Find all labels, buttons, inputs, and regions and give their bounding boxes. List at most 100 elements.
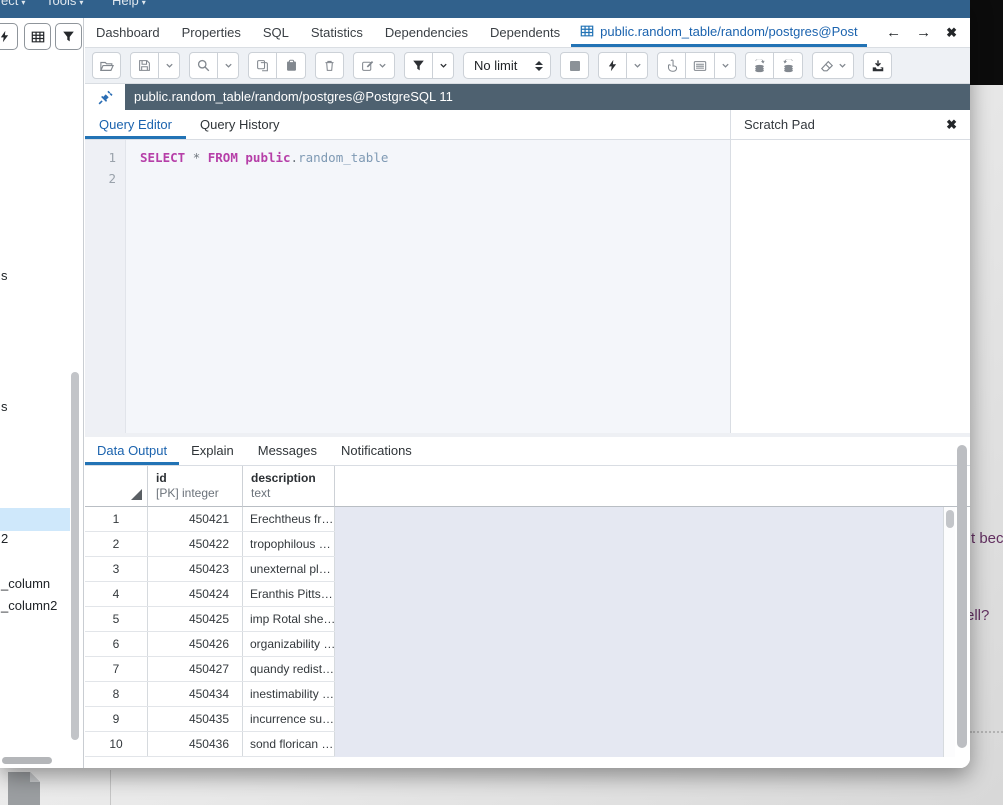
query-tool-button[interactable]: [0, 23, 18, 50]
row-number-cell[interactable]: 6: [85, 632, 148, 656]
id-cell[interactable]: 450425: [148, 607, 243, 631]
copy-button[interactable]: [248, 52, 277, 79]
filter-button[interactable]: [404, 52, 433, 79]
description-cell[interactable]: organizability …: [243, 632, 335, 656]
tab-explain[interactable]: Explain: [179, 437, 246, 465]
tree-item-label[interactable]: 2: [1, 531, 8, 546]
execute-options-dropdown[interactable]: [627, 52, 648, 79]
download-results-button[interactable]: [863, 52, 892, 79]
tab-scroll-right-icon[interactable]: →: [916, 24, 931, 41]
tab-properties[interactable]: Properties: [171, 18, 252, 47]
tab-dependents[interactable]: Dependents: [479, 18, 571, 47]
description-cell[interactable]: Eranthis Pitts…: [243, 582, 335, 606]
paste-button[interactable]: [277, 52, 306, 79]
tree-item-label[interactable]: _column: [1, 576, 50, 591]
id-cell[interactable]: 450423: [148, 557, 243, 581]
row-limit-select[interactable]: No limit: [463, 52, 551, 79]
window-vertical-scrollbar[interactable]: [957, 445, 967, 748]
save-button[interactable]: [130, 52, 159, 79]
description-cell[interactable]: unexternal pl…: [243, 557, 335, 581]
grid-vertical-scrollbar[interactable]: [943, 507, 955, 757]
commit-button[interactable]: [745, 52, 774, 79]
tab-query-editor[interactable]: Query Editor: [85, 110, 186, 139]
row-number-cell[interactable]: 3: [85, 557, 148, 581]
row-number-cell[interactable]: 1: [85, 507, 148, 531]
menu-help[interactable]: Help▾: [112, 0, 146, 11]
line-number: 2: [85, 168, 116, 189]
id-cell[interactable]: 450435: [148, 707, 243, 731]
sql-editor[interactable]: 1 2 SELECT * FROM public.random_table: [85, 140, 730, 433]
row-number-cell[interactable]: 8: [85, 682, 148, 706]
description-cell[interactable]: Erechtheus fr…: [243, 507, 335, 531]
explain-options-dropdown[interactable]: [715, 52, 736, 79]
tab-notifications[interactable]: Notifications: [329, 437, 424, 465]
tab-messages[interactable]: Messages: [246, 437, 329, 465]
scratch-pad-close-icon[interactable]: ✖: [946, 117, 957, 133]
description-cell[interactable]: sond florican …: [243, 732, 335, 756]
select-all-header[interactable]: [85, 466, 148, 507]
tree-horizontal-scrollbar[interactable]: [2, 757, 52, 764]
save-options-dropdown[interactable]: [159, 52, 180, 79]
column-type: text: [251, 486, 326, 501]
tree-selected-item[interactable]: [0, 508, 70, 531]
tab-dependencies[interactable]: Dependencies: [374, 18, 479, 47]
column-header-id[interactable]: id [PK] integer: [148, 466, 243, 507]
cancel-query-button[interactable]: [560, 52, 589, 79]
edit-options-dropdown[interactable]: [353, 52, 395, 79]
id-cell[interactable]: 450421: [148, 507, 243, 531]
tab-statistics[interactable]: Statistics: [300, 18, 374, 47]
menu-tools[interactable]: Tools▾: [46, 0, 83, 11]
filtered-rows-button[interactable]: [55, 23, 82, 50]
query-tool-panel: Dashboard Properties SQL Statistics Depe…: [85, 18, 970, 768]
rollback-button[interactable]: [774, 52, 803, 79]
open-file-button[interactable]: [92, 52, 121, 79]
id-cell[interactable]: 450422: [148, 532, 243, 556]
column-type: [PK] integer: [156, 486, 234, 501]
tab-dashboard[interactable]: Dashboard: [85, 18, 171, 47]
description-cell[interactable]: tropophilous …: [243, 532, 335, 556]
view-data-button[interactable]: [24, 23, 51, 50]
tree-item-label[interactable]: s: [1, 399, 8, 414]
sql-dot: .: [291, 150, 299, 165]
id-cell[interactable]: 450426: [148, 632, 243, 656]
menu-object[interactable]: ect▾: [1, 0, 25, 11]
execute-button[interactable]: [598, 52, 627, 79]
tab-query-history[interactable]: Query History: [186, 110, 293, 139]
sql-code-line[interactable]: SELECT * FROM public.random_table: [126, 140, 730, 168]
id-cell[interactable]: 450424: [148, 582, 243, 606]
id-cell[interactable]: 450436: [148, 732, 243, 756]
delete-button[interactable]: [315, 52, 344, 79]
connection-status-cell[interactable]: [85, 84, 125, 110]
filter-icon: [412, 59, 425, 72]
tree-vertical-scrollbar[interactable]: [71, 372, 79, 740]
grid-scrollbar-thumb[interactable]: [946, 510, 954, 528]
tab-close-icon[interactable]: ✖: [946, 25, 957, 41]
find-options-dropdown[interactable]: [218, 52, 239, 79]
row-number-cell[interactable]: 4: [85, 582, 148, 606]
tree-item-label[interactable]: _column2: [1, 598, 57, 613]
row-number-cell[interactable]: 10: [85, 732, 148, 756]
find-button[interactable]: [189, 52, 218, 79]
column-header-description[interactable]: description text: [243, 466, 335, 507]
description-cell[interactable]: imp Rotal she…: [243, 607, 335, 631]
tab-data-output[interactable]: Data Output: [85, 437, 179, 465]
filter-options-dropdown[interactable]: [433, 52, 454, 79]
description-cell[interactable]: incurrence su…: [243, 707, 335, 731]
tree-item-label[interactable]: s: [1, 268, 8, 283]
row-number-cell[interactable]: 5: [85, 607, 148, 631]
id-cell[interactable]: 450427: [148, 657, 243, 681]
explain-analyze-button[interactable]: [686, 52, 715, 79]
description-cell[interactable]: inestimability …: [243, 682, 335, 706]
tab-sql[interactable]: SQL: [252, 18, 300, 47]
row-number-cell[interactable]: 2: [85, 532, 148, 556]
description-cell[interactable]: quandy redist…: [243, 657, 335, 681]
explain-button[interactable]: [657, 52, 686, 79]
tab-query-tool-active[interactable]: public.random_table/random/postgres@Post: [571, 18, 866, 47]
tab-scroll-left-icon[interactable]: ←: [886, 24, 901, 41]
clear-options-dropdown[interactable]: [812, 52, 854, 79]
row-number-cell[interactable]: 9: [85, 707, 148, 731]
sql-table-name: random_table: [298, 150, 388, 165]
id-cell[interactable]: 450434: [148, 682, 243, 706]
chevron-down-icon: [838, 61, 847, 70]
row-number-cell[interactable]: 7: [85, 657, 148, 681]
